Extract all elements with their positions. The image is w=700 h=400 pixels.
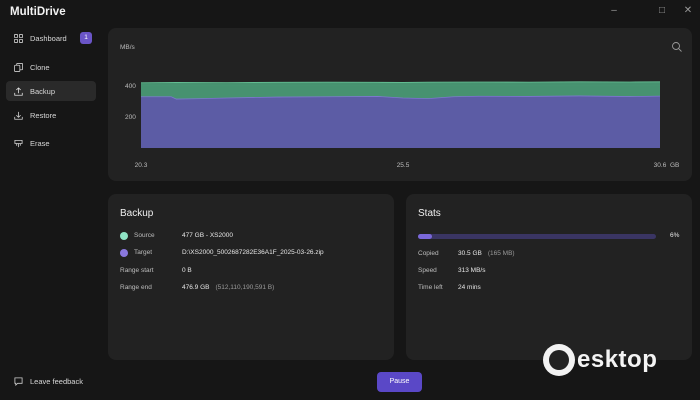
y-tick-label: 400 (125, 83, 136, 90)
stats-panel: Stats 6% Copied 30.5 GB (165 MB) Speed 31… (406, 194, 692, 360)
sidebar-item-label: Backup (30, 86, 56, 96)
backup-title: Backup (120, 208, 154, 219)
source-dot (120, 232, 128, 240)
time-left-value: 24 mins (458, 284, 481, 291)
sidebar-item-label: Clone (30, 62, 50, 72)
erase-icon (12, 137, 24, 149)
sidebar-item-backup[interactable]: Backup (6, 81, 96, 101)
range-end-size: 476.9 GB (182, 284, 210, 291)
sidebar-item-label: Restore (30, 110, 57, 120)
throughput-chart-panel: MB/s 200 400 20.3 25.5 30.6 GB (108, 28, 692, 181)
range-end-label: Range end (120, 284, 152, 291)
y-tick-label: 200 (125, 114, 136, 121)
restore-icon (12, 109, 24, 121)
sidebar-item-restore[interactable]: Restore (6, 105, 96, 125)
target-value: D:\XS2000_5002687282E36A1F_2025-03-26.zi… (182, 249, 324, 256)
sidebar-item-dashboard[interactable]: Dashboard 1 (6, 28, 96, 48)
feedback-label: Leave feedback (30, 376, 83, 386)
copied-sub: (165 MB) (487, 250, 515, 257)
stats-title: Stats (418, 208, 441, 219)
target-label: Target (134, 249, 153, 256)
x-tick-label: 25.5 (397, 162, 410, 169)
range-start-label: Range start (120, 267, 154, 274)
watermark-text: esktop (577, 346, 658, 373)
maximize-icon[interactable]: □ (654, 4, 670, 18)
copied-label: Copied (418, 250, 439, 257)
progress-bar (418, 234, 656, 239)
x-axis-unit: GB (670, 162, 679, 169)
minimize-icon[interactable]: – (606, 4, 622, 18)
copied-value: 30.5 GB (165 MB) (458, 250, 515, 257)
source-value: 477 GB - XS2000 (182, 232, 233, 239)
zoom-icon[interactable] (672, 42, 682, 52)
throughput-chart: MB/s 200 400 20.3 25.5 30.6 GB (120, 42, 682, 169)
sidebar-item-clone[interactable]: Clone (6, 57, 96, 77)
backup-icon (12, 85, 24, 97)
speed-value: 313 MB/s (458, 267, 486, 274)
clone-icon (12, 61, 24, 73)
notification-badge: 1 (80, 32, 92, 44)
feedback-icon (12, 375, 24, 387)
x-tick-label: 20.3 (135, 162, 148, 169)
watermark-logo-icon (543, 344, 575, 376)
sidebar-item-label: Erase (30, 138, 50, 148)
app-title: MultiDrive (10, 6, 66, 18)
sidebar-item-label: Dashboard (30, 33, 67, 43)
range-start-value: 0 B (182, 267, 192, 274)
progress-percent: 6% (670, 232, 680, 239)
sidebar-item-erase[interactable]: Erase (6, 133, 96, 153)
y-axis-unit: MB/s (120, 44, 136, 51)
speed-area-inner (141, 95, 660, 148)
title-bar: MultiDrive – □ ✕ (0, 0, 700, 24)
x-tick-label: 30.6 (654, 162, 667, 169)
grid-icon (12, 32, 24, 44)
progress-fill (418, 234, 433, 239)
watermark: esktop (543, 344, 657, 376)
backup-panel: Backup Source 477 GB - XS2000 Target D:\… (108, 194, 394, 360)
source-label: Source (134, 232, 155, 239)
sidebar: Dashboard 1 Clone Backup Restore Erase L… (0, 24, 100, 400)
close-icon[interactable]: ✕ (680, 4, 696, 18)
pause-button[interactable]: Pause (377, 372, 422, 392)
target-dot (120, 249, 128, 257)
range-end-value: 476.9 GB (512,110,190,591 B) (182, 284, 274, 291)
copied-size: 30.5 GB (458, 250, 482, 257)
range-end-bytes: (512,110,190,591 B) (215, 284, 275, 291)
time-left-label: Time left (418, 284, 443, 291)
speed-label: Speed (418, 267, 437, 274)
leave-feedback-link[interactable]: Leave feedback (6, 372, 96, 390)
